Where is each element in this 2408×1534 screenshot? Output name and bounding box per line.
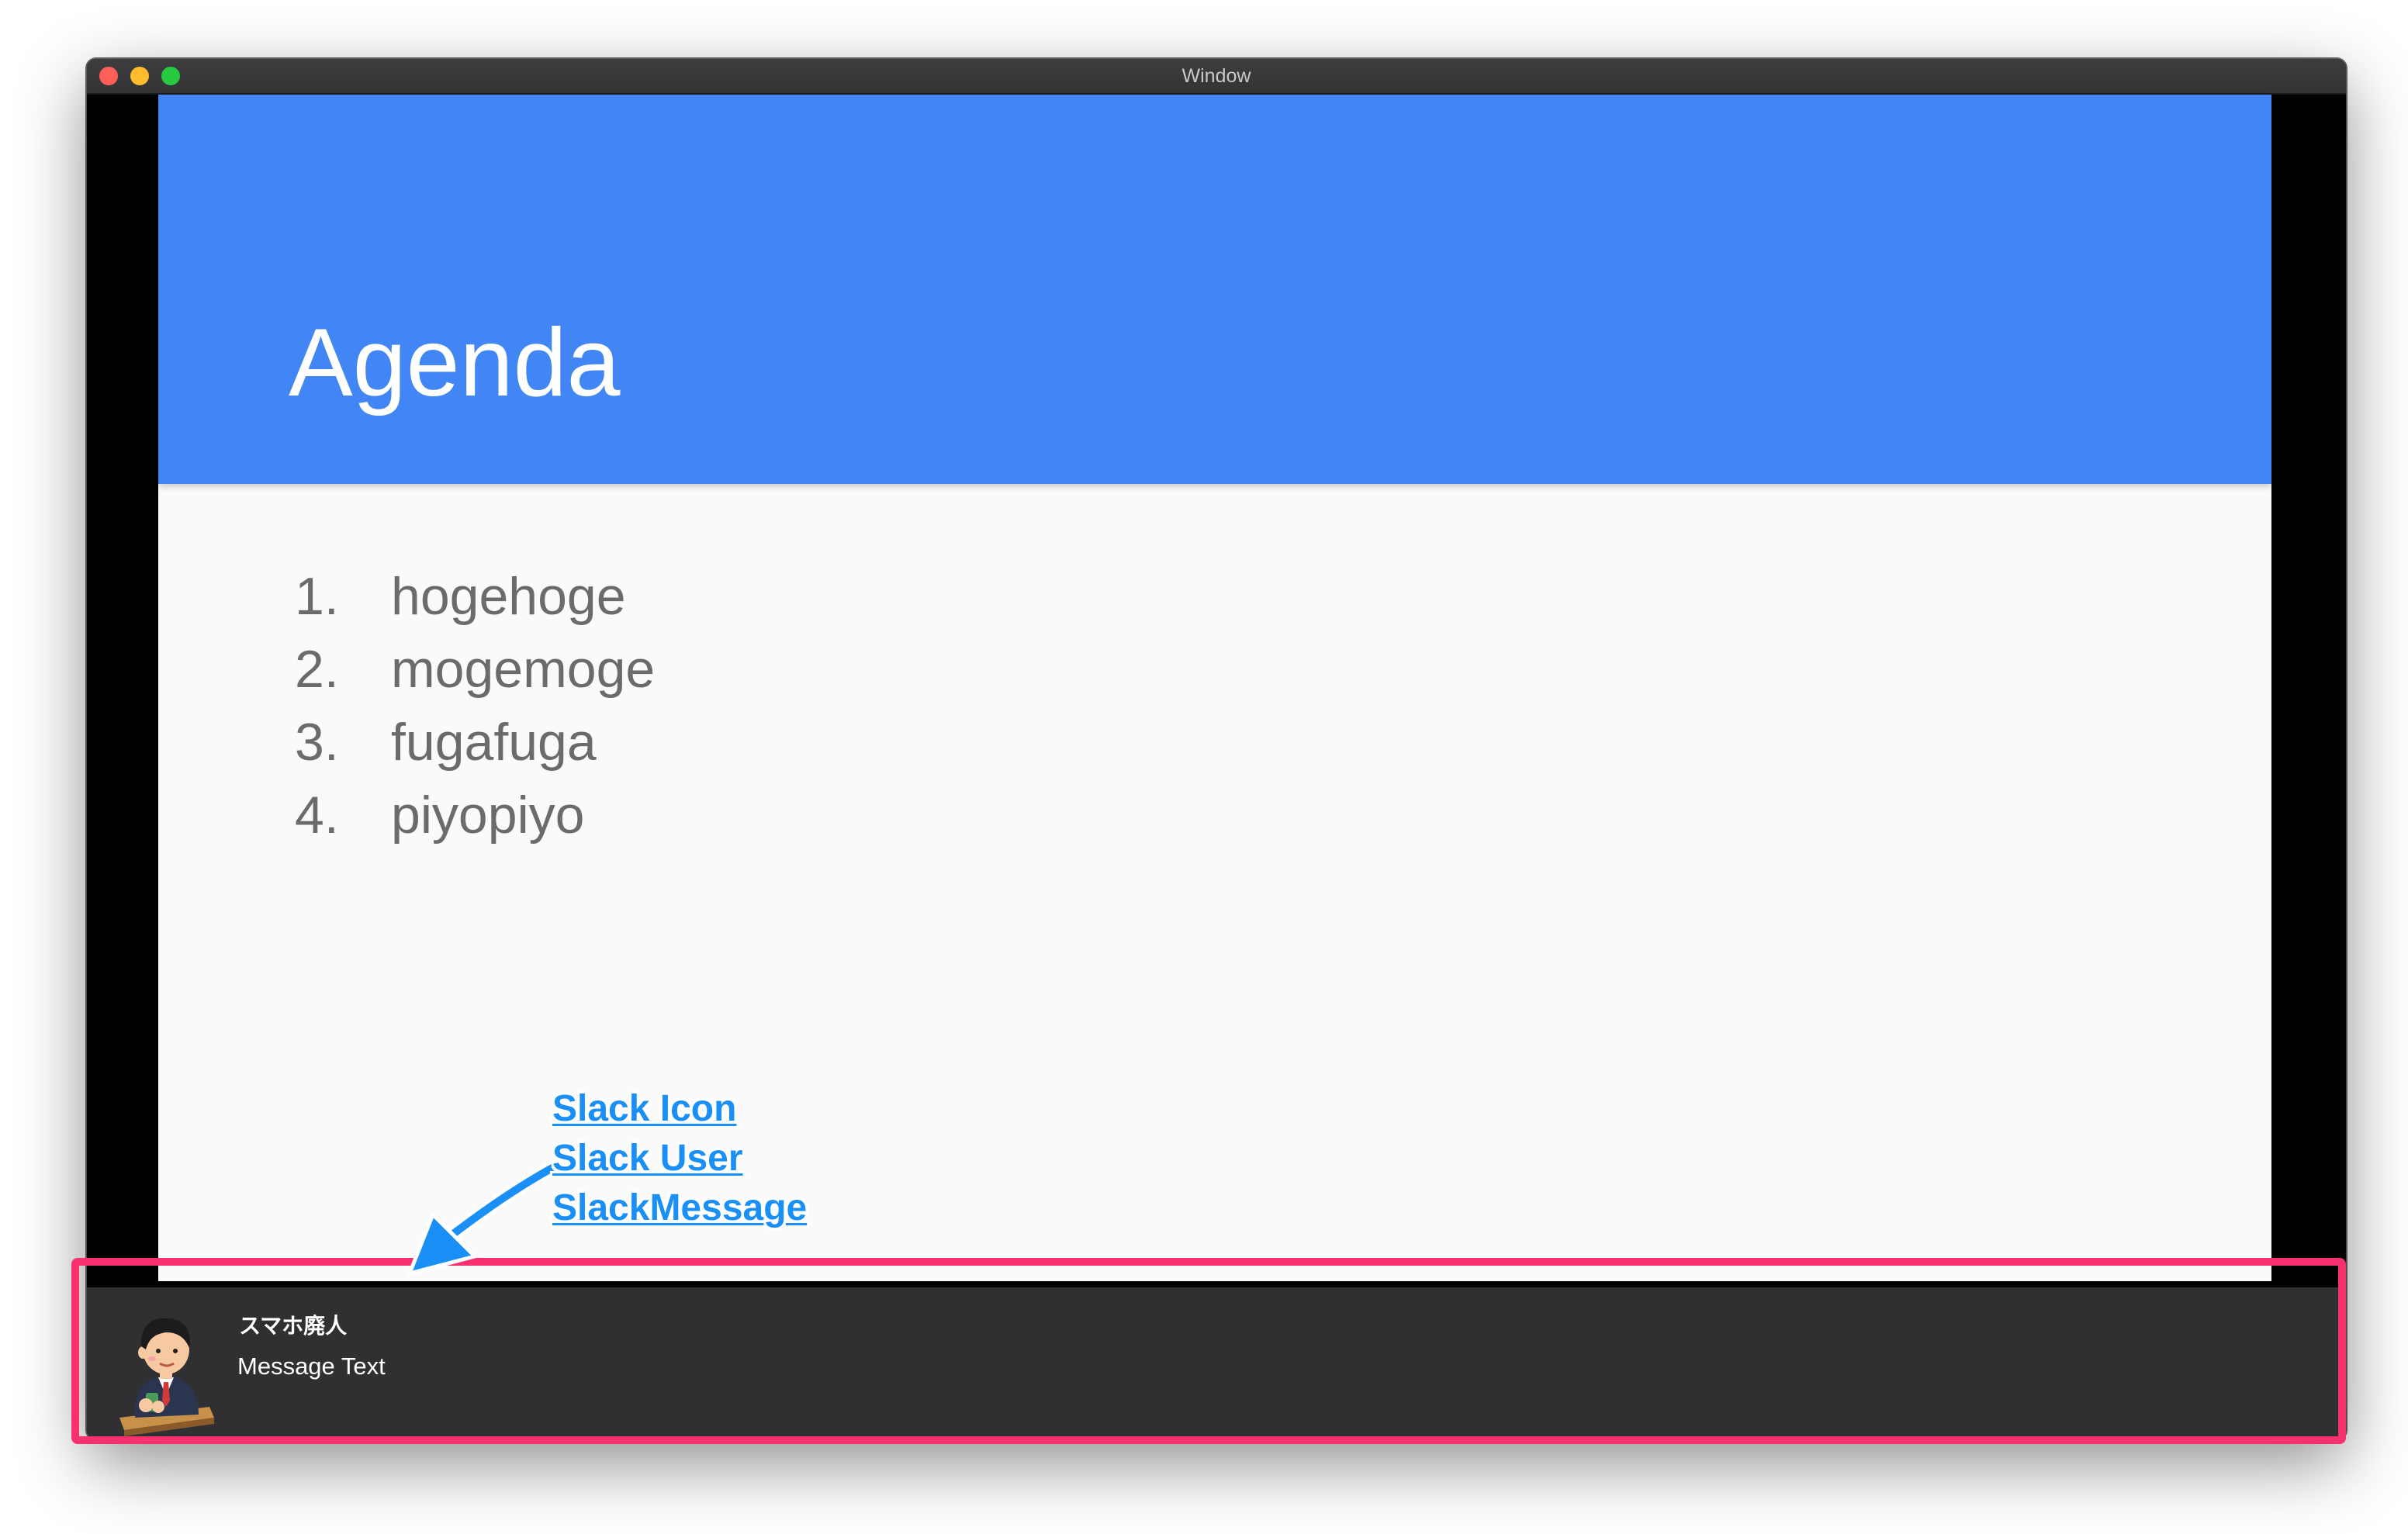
- slide-header: Agenda: [158, 95, 2271, 484]
- agenda-item-number: 4.: [295, 786, 339, 845]
- annotation-callout: Slack Icon Slack User SlackMessage: [552, 1084, 807, 1233]
- arrow-icon: [407, 1161, 559, 1276]
- agenda-item-number: 3.: [295, 713, 339, 772]
- agenda-item: 1. hogehoge: [295, 560, 655, 633]
- agenda-item-text: hogehoge: [391, 567, 626, 626]
- agenda-item-text: piyopiyo: [391, 786, 585, 845]
- annotation-label: SlackMessage: [552, 1187, 808, 1228]
- agenda-item: 4. piyopiyo: [295, 779, 655, 852]
- agenda-item-number: 1.: [295, 567, 339, 626]
- agenda-item: 3. fugafuga: [295, 706, 655, 779]
- agenda-item-number: 2.: [295, 640, 339, 699]
- annotation-label: Slack Icon: [552, 1088, 737, 1129]
- agenda-item-text: fugafuga: [391, 713, 597, 772]
- slide-title: Agenda: [289, 309, 621, 416]
- window-titlebar[interactable]: Window: [87, 59, 2346, 95]
- annotation-label: Slack User: [552, 1138, 743, 1179]
- slide: Agenda 1. hogehoge 2. mogemoge 3. fugafuga …: [158, 95, 2271, 1281]
- agenda-item-text: mogemoge: [391, 640, 656, 699]
- agenda-item: 2. mogemoge: [295, 633, 655, 706]
- screenshot-stage: Window Agenda 1. hogehoge 2. mogemoge 3. fu…: [0, 0, 2408, 1534]
- window-title: Window: [1182, 65, 1251, 87]
- agenda-list: 1. hogehoge 2. mogemoge 3. fugafuga 4. piyop…: [295, 560, 655, 852]
